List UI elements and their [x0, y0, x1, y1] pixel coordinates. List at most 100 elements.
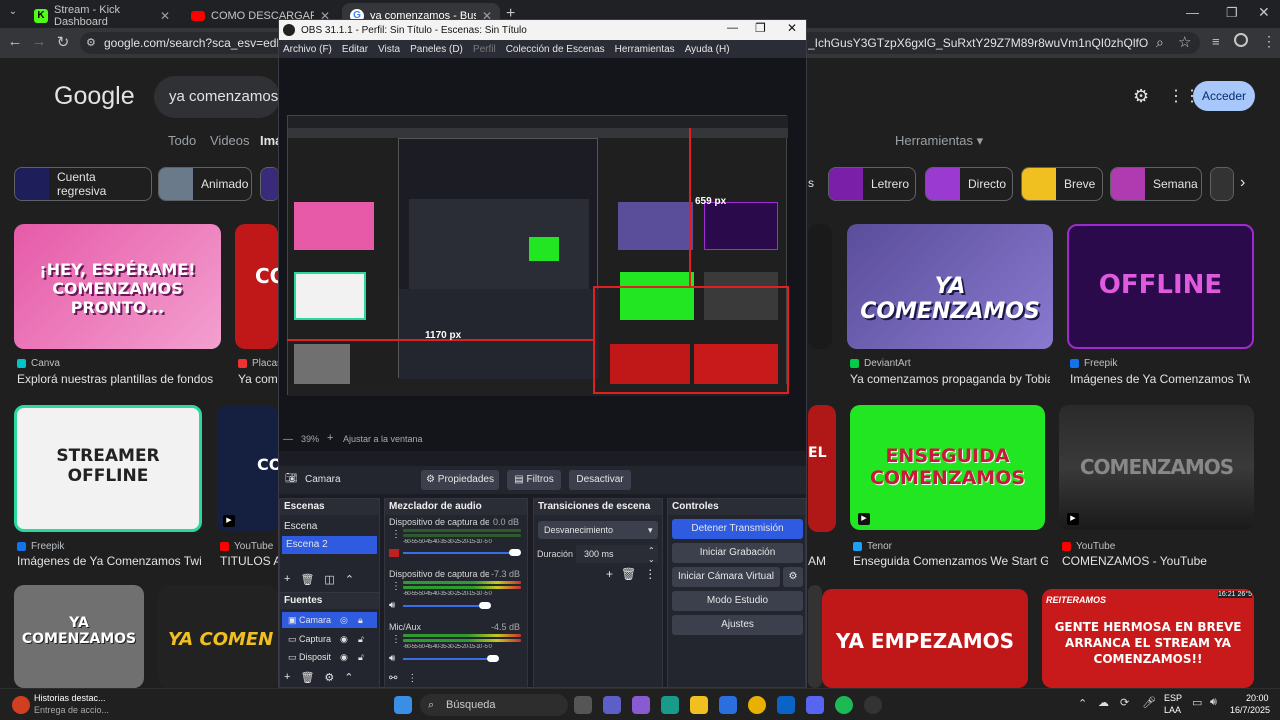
scene-item-selected[interactable]: Escena 2 [282, 536, 377, 554]
sync-icon[interactable]: ⟳ [1120, 696, 1129, 709]
chip-semana[interactable]: Semana [1110, 167, 1202, 201]
tab-all[interactable]: Todo [168, 133, 196, 148]
transition-select[interactable]: Desvanecimiento ▾ [538, 521, 658, 539]
obs-taskbar-icon[interactable] [864, 696, 882, 714]
result-source[interactable]: Tenor [853, 541, 892, 552]
muted-speaker-icon[interactable] [389, 549, 399, 557]
move-up-icon[interactable]: ⌃ [344, 671, 353, 684]
result-source[interactable]: Freepik [17, 541, 64, 552]
menu-coleccion-escenas[interactable]: Colección de Escenas [506, 44, 605, 55]
minimize-window-icon[interactable]: — [1186, 5, 1199, 20]
visibility-icon[interactable]: ◉ [340, 631, 348, 647]
channel-menu-icon[interactable]: ⋮ [391, 581, 401, 592]
menu-ayuda[interactable]: Ayuda (H) [685, 44, 730, 55]
visibility-hidden-icon[interactable]: ◎ [340, 612, 348, 628]
discord-icon[interactable] [806, 696, 824, 714]
copilot-icon[interactable] [632, 696, 650, 714]
lock-icon[interactable]: 🔒︎ [358, 612, 363, 628]
news-icon[interactable] [12, 696, 30, 714]
zoom-icon[interactable]: ⌕ [1156, 34, 1164, 51]
profile-icon[interactable] [1234, 33, 1248, 47]
image-result[interactable]: REITERAMOS 16:21 26°5 GENTE HERMOSA EN B… [1042, 589, 1254, 688]
menu-herramientas[interactable]: Herramientas [615, 44, 675, 55]
browser-tab-kick[interactable]: K Stream - Kick Dashboard ✕ [26, 3, 178, 28]
microphone-icon[interactable]: 🎤︎ [1142, 696, 1156, 709]
search-input[interactable]: ya comenzamos [154, 76, 280, 118]
visibility-icon[interactable]: ◉ [340, 649, 348, 665]
obs-preview-area[interactable]: 659 px 1170 px — 39% + Ajustar a la vent… [279, 58, 806, 451]
bookmark-star-icon[interactable]: ☆ [1178, 33, 1191, 51]
chip-partial[interactable] [260, 167, 280, 201]
image-result[interactable]: COMENZAMOS ▶ [1059, 405, 1254, 530]
start-recording-button[interactable]: Iniciar Grabación [672, 543, 803, 563]
result-title[interactable]: Ya come [238, 372, 278, 386]
start-virtual-camera-button[interactable]: Iniciar Cámara Virtual [672, 567, 780, 587]
image-result[interactable]: YA COMEN [158, 585, 278, 688]
virtual-camera-settings-icon[interactable]: ⚙ [783, 567, 803, 587]
transition-menu-icon[interactable]: ⋮ [644, 567, 656, 581]
filters-button[interactable]: ▤ Filtros [507, 470, 561, 490]
network-icon[interactable]: ▭ [1192, 696, 1202, 709]
image-result[interactable]: YA COMENZAMOS [14, 585, 144, 688]
menu-archivo[interactable]: Archivo (F) [283, 44, 332, 55]
fit-to-window-button[interactable]: Ajustar a la ventana [343, 434, 423, 444]
source-item[interactable]: ▭ Captura ◉ 🔓︎ [282, 631, 377, 647]
source-settings-icon[interactable]: ⚙ [324, 671, 334, 684]
result-source[interactable]: Canva [17, 358, 60, 369]
stop-streaming-button[interactable]: Detener Transmisión [672, 519, 803, 539]
keyboard-layout[interactable]: LAA [1164, 705, 1181, 715]
minimize-window-icon[interactable]: — [727, 22, 738, 34]
spotify-icon[interactable] [835, 696, 853, 714]
remove-source-icon[interactable]: 🗑︎ [300, 671, 314, 684]
image-result[interactable]: YA EMPEZAMOS [822, 589, 1028, 688]
channel-menu-icon[interactable]: ⋮ [391, 634, 401, 645]
taskbar-search[interactable]: ⌕ Búsqueda [420, 694, 568, 716]
menu-dots-icon[interactable]: ⋮ [1262, 33, 1276, 50]
duration-input[interactable]: 300 ms ⌃ ⌄ [576, 545, 658, 564]
result-title[interactable]: Enseguida Comenzamos We Start GI... [853, 554, 1048, 568]
chevron-right-icon[interactable]: › [1240, 174, 1245, 192]
menu-perfil[interactable]: Perfil [473, 44, 496, 55]
image-result-partial[interactable]: EL [808, 405, 836, 532]
result-title[interactable]: Ya comenzamos propaganda by Tobias... [850, 372, 1050, 386]
clock-date[interactable]: 16/7/2025 [1230, 705, 1270, 715]
image-result[interactable]: ENSEGUIDA COMENZAMOS ▶ [850, 405, 1045, 530]
volume-slider-handle[interactable] [509, 549, 521, 556]
volume-slider-handle[interactable] [487, 655, 499, 662]
result-source[interactable]: DeviantArt [850, 358, 911, 369]
file-explorer-icon[interactable] [690, 696, 708, 714]
store-icon[interactable] [719, 696, 737, 714]
maximize-window-icon[interactable]: ❐ [1226, 5, 1238, 21]
scene-filter-icon[interactable]: ◫ [324, 573, 334, 586]
language-code[interactable]: ESP [1164, 693, 1182, 703]
remove-scene-icon[interactable]: 🗑︎ [300, 573, 314, 586]
reload-icon[interactable]: ↻ [52, 33, 74, 51]
result-source[interactable]: YouTube [220, 541, 273, 552]
chip-breve[interactable]: Breve [1021, 167, 1103, 201]
speaker-icon[interactable]: 🔊︎ [389, 600, 395, 611]
studio-mode-button[interactable]: Modo Estudio [672, 591, 803, 611]
image-result[interactable]: CO ▶ [217, 405, 278, 532]
volume-slider[interactable] [403, 658, 489, 660]
settings-gear-icon[interactable]: ⚙ [1133, 86, 1149, 107]
menu-paneles[interactable]: Paneles (D) [410, 44, 463, 55]
tools-button[interactable]: Herramientas ▾ [895, 133, 983, 149]
chevron-up-icon[interactable]: ⌃ [1078, 697, 1087, 710]
task-view-icon[interactable] [574, 696, 592, 714]
maximize-window-icon[interactable]: ❐ [755, 21, 766, 35]
move-up-icon[interactable]: ⌃ [345, 573, 354, 586]
image-result-partial[interactable] [808, 224, 832, 349]
add-scene-icon[interactable]: + [284, 573, 290, 586]
image-result[interactable]: ¡HEY, ESPÉRAME! COMENZAMOS PRONTO... [14, 224, 221, 349]
close-tab-icon[interactable]: ✕ [160, 9, 170, 23]
add-source-icon[interactable]: + [284, 671, 290, 684]
source-item-selected[interactable]: ▣ Camara ◎ 🔒︎ [282, 612, 377, 628]
result-title[interactable]: Explorá nuestras plantillas de fondos pa… [17, 372, 217, 386]
image-result[interactable]: OFFLINE [1067, 224, 1254, 349]
cloud-icon[interactable]: ☁ [1098, 696, 1109, 709]
result-title[interactable]: Imágenes de Ya Comenzamos Twit... [1070, 372, 1250, 386]
result-title[interactable]: COMENZAMOS - YouTube [1062, 554, 1252, 568]
chip-cuenta-regresiva[interactable]: Cuenta regresiva [14, 167, 152, 201]
result-source[interactable]: Freepik [1070, 358, 1117, 369]
volume-slider[interactable] [403, 605, 483, 607]
